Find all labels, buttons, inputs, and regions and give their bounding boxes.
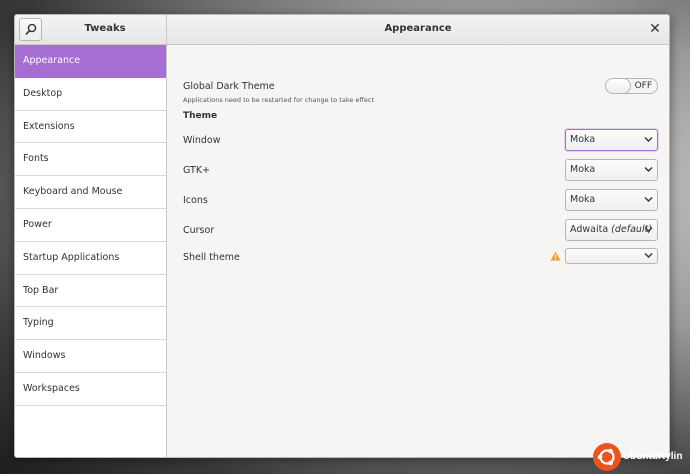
chevron-down-icon xyxy=(644,167,653,172)
ubuntu-logo-icon xyxy=(593,443,621,471)
sidebar-item-windows[interactable]: Windows xyxy=(15,340,166,373)
search-button[interactable] xyxy=(19,18,42,41)
global-dark-theme-label: Global Dark Theme xyxy=(183,81,275,92)
cursor-theme-select[interactable]: Adwaita (default) xyxy=(565,219,658,241)
sidebar-item-power[interactable]: Power xyxy=(15,209,166,242)
sidebar-item-top-bar[interactable]: Top Bar xyxy=(15,275,166,308)
sidebar-item-desktop[interactable]: Desktop xyxy=(15,78,166,111)
restart-note: Applications need to be restarted for ch… xyxy=(183,96,375,104)
icons-theme-value: Moka xyxy=(570,194,596,205)
app-title: Tweaks xyxy=(84,23,126,34)
shell-theme-select[interactable] xyxy=(565,248,658,264)
theme-heading: Theme xyxy=(183,111,218,121)
search-icon xyxy=(25,23,37,36)
page-title: Appearance xyxy=(384,23,452,34)
gtk-theme-value: Moka xyxy=(570,164,596,175)
chevron-down-icon xyxy=(644,227,653,232)
icons-label: Icons xyxy=(183,195,208,206)
switch-state: OFF xyxy=(634,81,652,91)
sidebar-item-fonts[interactable]: Fonts xyxy=(15,143,166,177)
sidebar-item-extensions[interactable]: Extensions xyxy=(15,111,166,144)
sidebar-item-typing[interactable]: Typing xyxy=(15,307,166,341)
titlebar: Tweaks Appearance ✕ xyxy=(15,15,669,45)
sidebar: Appearance Desktop Extensions Fonts Keyb… xyxy=(15,45,167,457)
global-dark-theme-switch[interactable]: OFF xyxy=(605,78,658,94)
appearance-panel: Global Dark Theme Applications need to b… xyxy=(167,45,669,457)
sidebar-item-keyboard-and-mouse[interactable]: Keyboard and Mouse xyxy=(15,176,166,209)
gtk-theme-select[interactable]: Moka xyxy=(565,159,658,181)
window-theme-select[interactable]: Moka xyxy=(565,129,658,151)
close-icon: ✕ xyxy=(649,21,661,37)
warning-icon xyxy=(550,251,561,261)
window-theme-value: Moka xyxy=(570,134,596,145)
watermark-text: UbuntuKylin xyxy=(623,451,683,462)
chevron-down-icon xyxy=(644,253,653,258)
chevron-down-icon xyxy=(644,197,653,202)
sidebar-item-startup-applications[interactable]: Startup Applications xyxy=(15,242,166,275)
sidebar-item-workspaces[interactable]: Workspaces xyxy=(15,373,166,406)
tweaks-window: Tweaks Appearance ✕ Appearance Desktop E… xyxy=(14,14,670,458)
sidebar-item-appearance[interactable]: Appearance xyxy=(15,45,166,78)
switch-knob xyxy=(605,78,631,94)
close-button[interactable]: ✕ xyxy=(647,21,663,37)
chevron-down-icon xyxy=(644,137,653,142)
shell-theme-label: Shell theme xyxy=(183,252,240,263)
icons-theme-select[interactable]: Moka xyxy=(565,189,658,211)
titlebar-sidebar-section: Tweaks xyxy=(15,15,167,45)
cursor-label: Cursor xyxy=(183,225,215,236)
ubuntukylin-watermark: UbuntuKylin xyxy=(593,443,688,471)
gtk-label: GTK+ xyxy=(183,165,211,176)
window-label: Window xyxy=(183,135,221,146)
cursor-theme-value: Adwaita xyxy=(570,224,609,235)
